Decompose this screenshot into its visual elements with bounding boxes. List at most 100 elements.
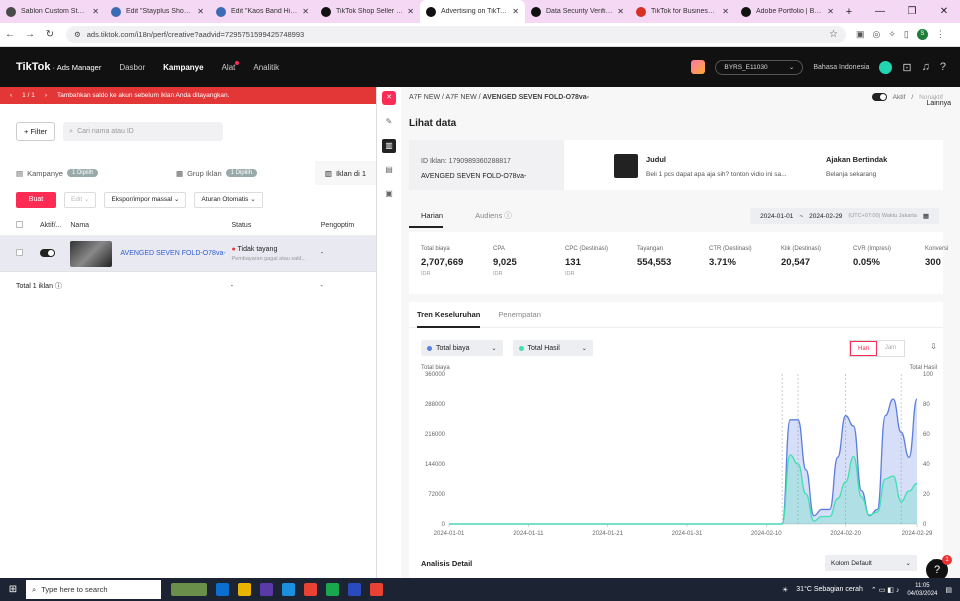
url-bar[interactable]: ⚙ ads.tiktok.com/i18n/perf/creative?aadv… [66, 26, 846, 43]
granularity-day[interactable]: Hari [850, 341, 877, 356]
bookmark-star-icon[interactable]: ☆ [829, 29, 838, 40]
tab-harian[interactable]: Harian [409, 204, 444, 228]
browser-tab[interactable]: Edit "Kaos Band High Pre✕ [210, 0, 315, 23]
image-icon[interactable]: ▣ [382, 187, 396, 201]
browser-tab[interactable]: Advertising on TikTok | Tik ✕ [420, 0, 525, 23]
selected-badge[interactable]: 1 Dipilih [225, 169, 258, 177]
extension-icon[interactable]: ▣ [856, 29, 865, 40]
bar-chart-icon[interactable]: ▥ [382, 139, 396, 153]
ad-name-link[interactable]: AVENGED SEVEN FOLD-O78va- [120, 250, 225, 257]
filter-button[interactable]: + Filter [16, 122, 56, 141]
tray-icons[interactable]: ⌃ ▭ ◧ ♪ [871, 586, 899, 594]
account-selector[interactable]: BYRS_E11030 ⌄ [715, 59, 804, 75]
app-icon[interactable] [326, 583, 339, 596]
active-toggle[interactable] [40, 248, 55, 257]
site-info-icon[interactable]: ⚙ [74, 30, 81, 39]
col-active[interactable]: Aktif/... [16, 222, 70, 229]
taskbar-search[interactable]: ⌕ Type here to search [26, 580, 161, 599]
close-tab-icon[interactable]: ✕ [197, 7, 204, 16]
close-tab-icon[interactable]: ✕ [827, 7, 834, 16]
close-tab-icon[interactable]: ✕ [512, 7, 519, 16]
bulk-export-button[interactable]: Ekspor/impor massal ⌄ [104, 192, 187, 208]
panel-active-toggle[interactable] [871, 93, 887, 101]
restore-icon[interactable]: ❐ [896, 6, 928, 17]
browser-tab[interactable]: TikTok for Business Verific ✕ [630, 0, 735, 23]
col-status[interactable]: Status [231, 222, 320, 229]
close-tab-icon[interactable]: ✕ [722, 7, 729, 16]
close-tab-icon[interactable]: ✕ [617, 7, 624, 16]
table-row[interactable]: AVENGED SEVEN FOLD-O78va- Tidak tayang Pe… [0, 236, 376, 272]
widgets-icon[interactable] [171, 583, 207, 596]
row-checkbox[interactable] [0, 249, 23, 258]
column-select[interactable]: Kolom Default ⌄ [825, 555, 917, 571]
minimize-icon[interactable]: — [864, 6, 896, 17]
user-avatar[interactable] [879, 60, 893, 74]
file-explorer-icon[interactable] [238, 583, 251, 596]
browser-tab[interactable]: Sablon Custom Stayplus ✕ [0, 0, 105, 23]
gift-icon[interactable] [691, 60, 706, 74]
granularity-hour[interactable]: Jam [877, 341, 904, 356]
bell-icon[interactable]: ♫ [922, 61, 930, 73]
auto-rules-button[interactable]: Aturan Otomatis ⌄ [194, 192, 263, 208]
metric-select-1[interactable]: Total biaya ⌄ [421, 340, 503, 356]
language-selector[interactable]: Bahasa Indonesia [813, 64, 869, 71]
back-icon[interactable]: ← [0, 29, 20, 40]
close-tab-icon[interactable]: ✕ [302, 7, 309, 16]
select-all-checkbox[interactable] [0, 221, 23, 230]
weather-icon[interactable]: ☀ [782, 586, 788, 594]
document-icon[interactable]: ▤ [382, 163, 396, 177]
notification-icon[interactable]: ▤ [945, 586, 952, 594]
banner-prev-icon[interactable]: ‹ [10, 92, 12, 99]
forward-icon[interactable]: → [20, 29, 40, 40]
selected-badge[interactable]: 1 Dipilih [66, 169, 99, 177]
nav-alat[interactable]: Alat [222, 60, 240, 72]
close-panel-icon[interactable]: ✕ [382, 91, 396, 105]
app-icon[interactable] [260, 583, 273, 596]
profile-avatar[interactable]: S [916, 29, 928, 40]
nav-analitik[interactable]: Analitik [253, 63, 279, 72]
tier-grup-iklan[interactable]: ▦ Grup Iklan 1 Dipilih [160, 169, 310, 178]
nav-kampanye[interactable]: Kampanye [163, 63, 203, 72]
tab-penempatan[interactable]: Penempatan [498, 302, 541, 328]
download-icon[interactable]: ⇩ [930, 342, 937, 351]
edge-icon[interactable] [216, 583, 229, 596]
edit-pencil-icon[interactable]: ✎ [382, 115, 396, 129]
browser-tab[interactable]: Edit "Stayplus ShopTAB ✕ [105, 0, 210, 23]
date-range-picker[interactable]: 2024-01-01 ~ 2024-02-29 (UTC+07:00) Wakt… [750, 208, 939, 224]
inbox-icon[interactable]: ⊡ [902, 61, 911, 74]
browser-tab[interactable]: TikTok Shop Seller Cente ✕ [315, 0, 420, 23]
search-input[interactable]: ⌕ Cari nama atau ID [63, 122, 224, 141]
close-window-icon[interactable]: ✕ [928, 6, 960, 17]
tab-tren[interactable]: Tren Keseluruhan [417, 302, 481, 328]
metric-select-2[interactable]: Total Hasil ⌄ [512, 340, 593, 356]
tab-audiens[interactable]: Audiens ⓘ [463, 204, 512, 228]
ad-thumbnail[interactable] [70, 240, 113, 267]
chrome-icon[interactable] [304, 583, 317, 596]
clock[interactable]: 11:05 04/03/2024 [907, 582, 937, 598]
app-icon[interactable] [282, 583, 295, 596]
menu-dots-icon[interactable]: ⋮ [936, 29, 945, 40]
close-tab-icon[interactable]: ✕ [407, 7, 414, 16]
extension-icon[interactable]: ◎ [873, 29, 881, 40]
weather-text[interactable]: 31°C Sebagian cerah [796, 586, 863, 593]
nav-dasbor[interactable]: Dasbor [119, 63, 145, 72]
photoshop-icon[interactable] [348, 583, 361, 596]
browser-tab[interactable]: Data Security Verification ✕ [525, 0, 630, 23]
creative-thumbnail[interactable] [614, 154, 638, 178]
banner-next-icon[interactable]: › [45, 92, 47, 99]
tier-iklan[interactable]: ▥ Iklan di 1 [314, 161, 376, 185]
breadcrumb-path[interactable]: A7F NEW / A7F NEW / [409, 94, 481, 101]
reload-icon[interactable]: ↻ [40, 29, 60, 40]
create-button[interactable]: Buat [16, 192, 56, 208]
chrome-icon[interactable] [370, 583, 383, 596]
tier-kampanye[interactable]: ▤ Kampanye 1 Dipilih [0, 169, 160, 178]
tiktok-logo[interactable]: TikTok · Ads Manager [16, 61, 101, 73]
new-tab-icon[interactable]: + [840, 6, 858, 18]
browser-tab[interactable]: Adobe Portfolio | Build yo ✕ [735, 0, 840, 23]
more-button[interactable]: Lainnya [926, 100, 951, 107]
windows-start-icon[interactable]: ⊞ [0, 584, 26, 595]
info-icon[interactable]: ⓘ [55, 283, 62, 290]
col-name[interactable]: Nama [70, 222, 231, 229]
puzzle-icon[interactable]: ✧ [888, 29, 896, 40]
close-tab-icon[interactable]: ✕ [92, 7, 99, 16]
